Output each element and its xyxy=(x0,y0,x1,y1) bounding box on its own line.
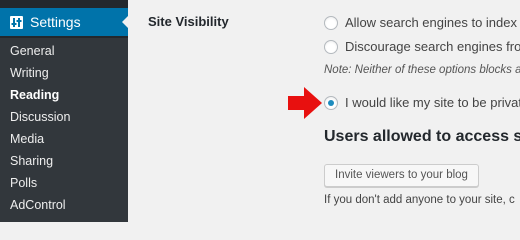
sidebar-item-reading[interactable]: Reading xyxy=(10,88,59,102)
sidebar-menu-settings[interactable]: Settings xyxy=(0,8,129,36)
radio-allow-indexing[interactable] xyxy=(324,15,338,30)
option-discourage-indexing[interactable]: Discourage search engines from in xyxy=(324,39,520,54)
radio-discourage-indexing[interactable] xyxy=(324,39,338,54)
settings-icon xyxy=(10,15,23,29)
settings-content: Site Visibility Allow search engines to … xyxy=(128,0,520,222)
radio-private-site[interactable] xyxy=(324,95,338,110)
option-allow-indexing-label: Allow search engines to index this xyxy=(345,15,520,30)
sidebar-item-general[interactable]: General xyxy=(10,44,54,58)
option-private-site-label: I would like my site to be private, v xyxy=(345,95,520,110)
invite-help-text: If you don't add anyone to your site, c xyxy=(324,194,515,206)
invite-viewers-button[interactable]: Invite viewers to your blog xyxy=(324,164,479,187)
sidebar-item-adcontrol[interactable]: AdControl xyxy=(10,198,66,212)
settings-submenu: General Writing Reading Discussion Media… xyxy=(0,38,128,222)
site-visibility-label: Site Visibility xyxy=(148,14,229,29)
sidebar-item-sharing[interactable]: Sharing xyxy=(10,154,53,168)
sidebar-item-writing[interactable]: Writing xyxy=(10,66,49,80)
sidebar-item-discussion[interactable]: Discussion xyxy=(10,110,70,124)
sidebar-item-polls[interactable]: Polls xyxy=(10,176,37,190)
option-allow-indexing[interactable]: Allow search engines to index this xyxy=(324,15,520,30)
option-private-site[interactable]: I would like my site to be private, v xyxy=(324,95,520,110)
sidebar-settings-label: Settings xyxy=(30,14,81,30)
admin-sidebar: Settings General Writing Reading Discuss… xyxy=(0,0,129,222)
red-arrow-icon xyxy=(288,87,322,124)
sidebar-item-media[interactable]: Media xyxy=(10,132,44,146)
visibility-note: Note: Neither of these options blocks ac xyxy=(324,64,520,76)
option-discourage-indexing-label: Discourage search engines from in xyxy=(345,39,520,54)
users-allowed-heading: Users allowed to access site xyxy=(324,128,520,145)
